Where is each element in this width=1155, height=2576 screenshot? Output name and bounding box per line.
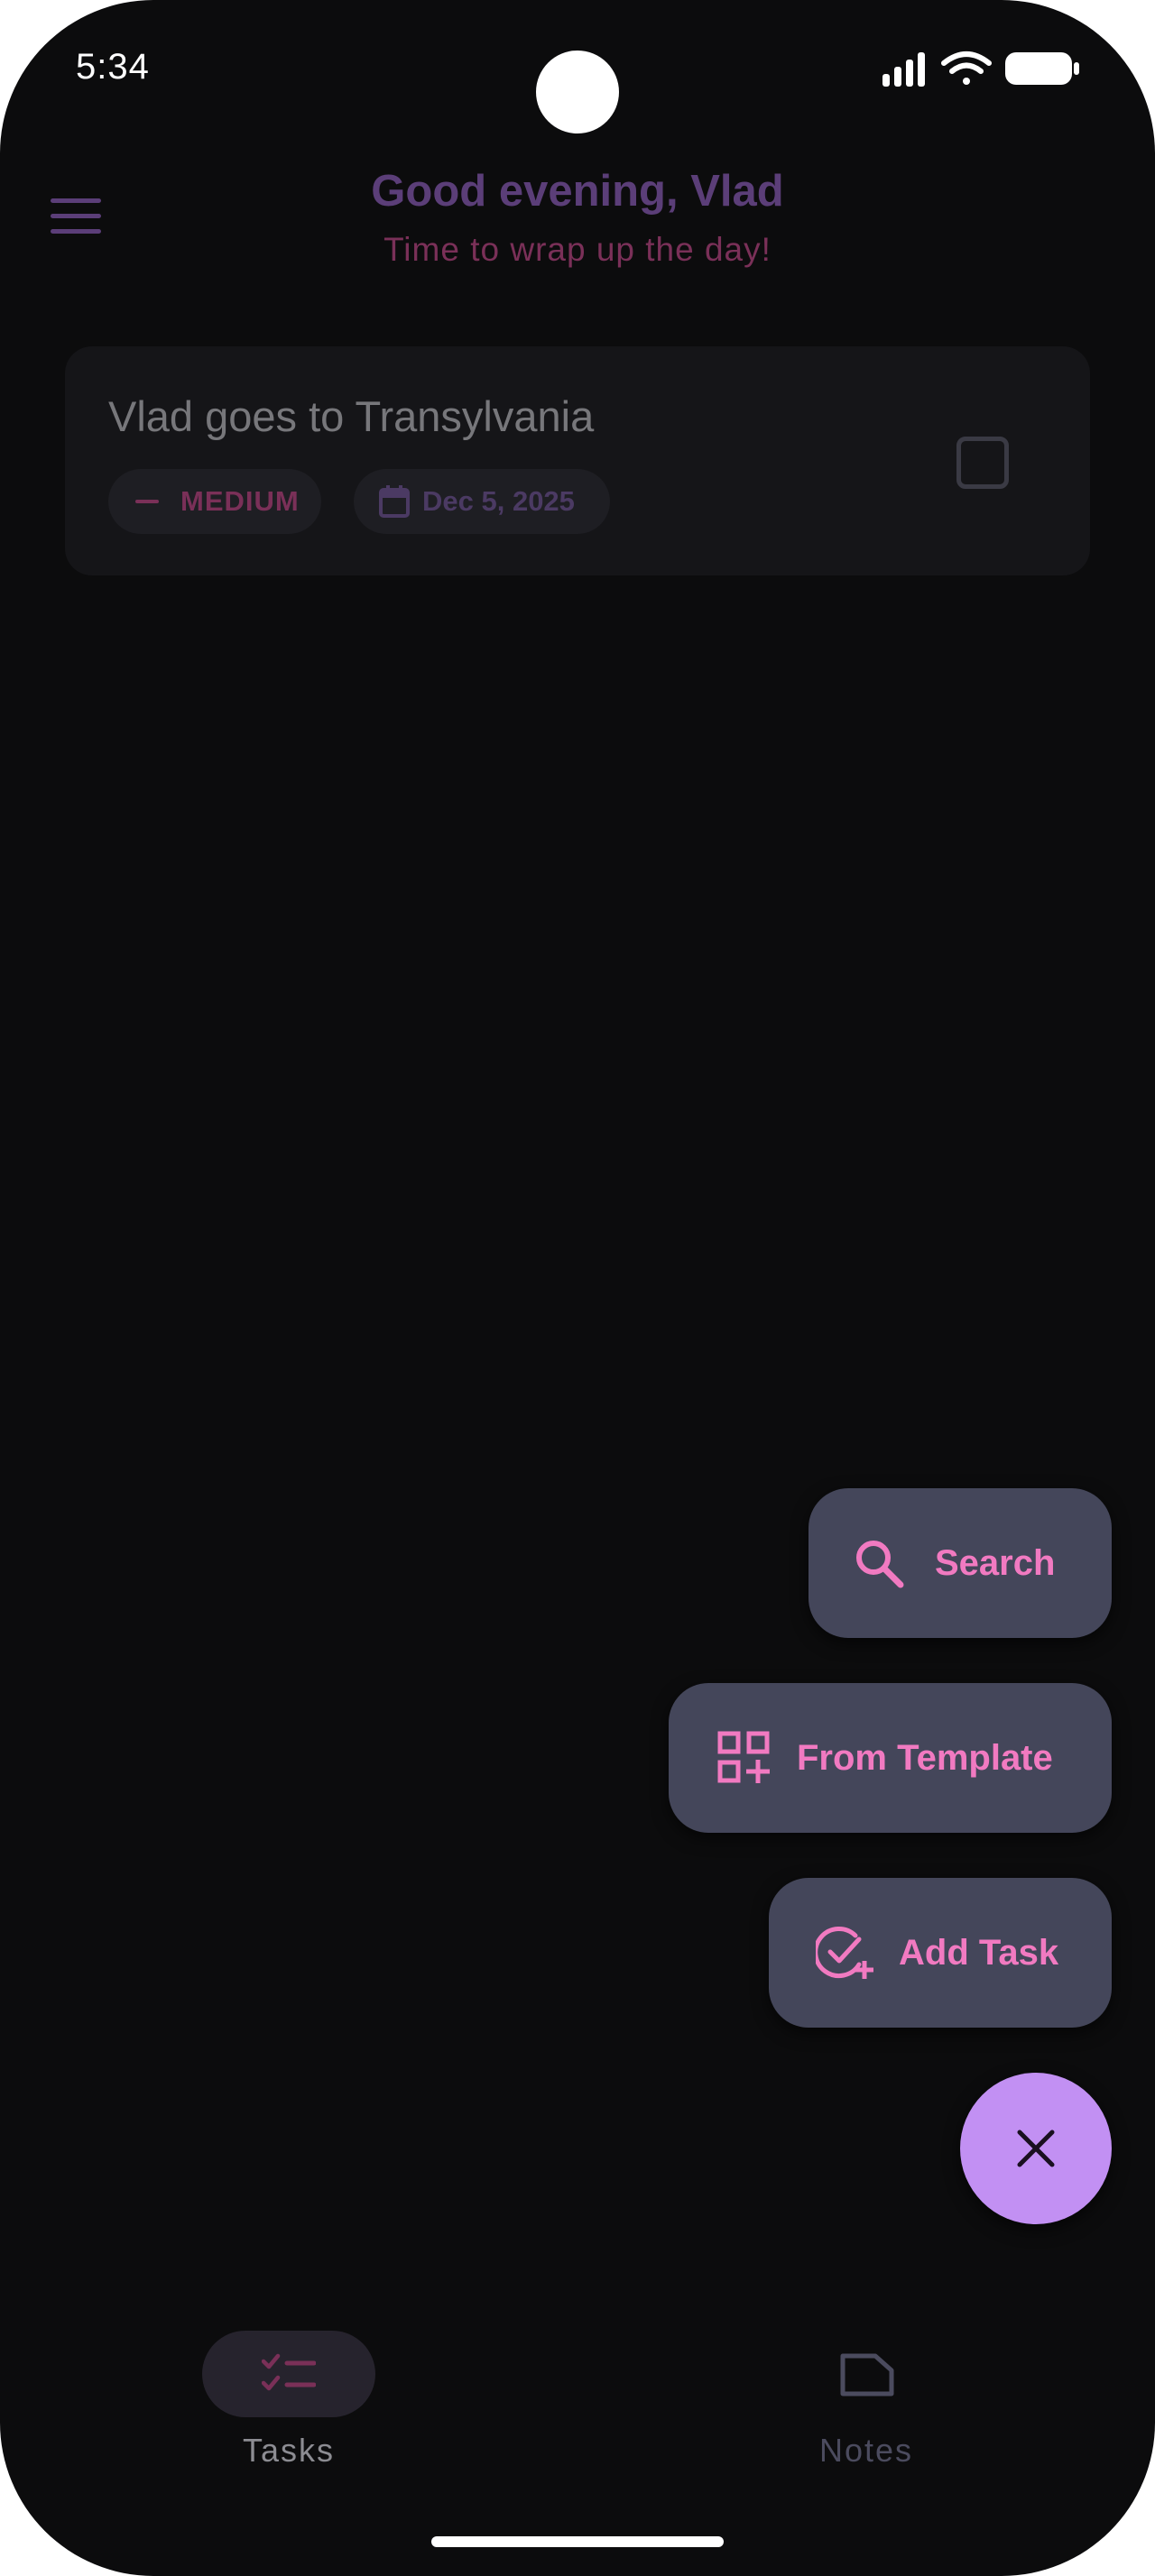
due-date-chip: Dec 5, 2025 <box>354 469 610 534</box>
greeting-title: Good evening, Vlad <box>371 167 784 216</box>
status-time: 5:34 <box>76 47 150 87</box>
search-icon <box>856 1541 904 1588</box>
note-icon <box>840 2353 894 2397</box>
nav-label-tasks: Tasks <box>242 2432 336 2469</box>
task-title: Vlad goes to Transylvania <box>108 392 595 440</box>
close-fab-button[interactable] <box>960 2073 1112 2224</box>
priority-chip: MEDIUM <box>108 469 321 534</box>
task-checkbox[interactable] <box>956 437 1009 489</box>
search-button[interactable]: Search <box>808 1488 1112 1638</box>
nav-label-notes: Notes <box>818 2432 914 2469</box>
from-template-label: From Template <box>797 1737 1053 1778</box>
checklist-icon <box>262 2353 316 2391</box>
status-icons <box>882 51 1079 87</box>
due-date-label: Dec 5, 2025 <box>422 485 575 517</box>
add-task-label: Add Task <box>899 1932 1059 1973</box>
nav-item-notes[interactable]: Notes <box>758 2331 975 2475</box>
calendar-icon <box>379 485 410 518</box>
phone-screen: 5:34 Good evening, Vlad Time to wrap up … <box>0 0 1155 2576</box>
add-task-icon <box>816 1927 873 1979</box>
wifi-icon <box>941 51 992 85</box>
search-button-label: Search <box>935 1542 1056 1583</box>
signal-icon <box>882 52 925 87</box>
battery-icon <box>1005 52 1079 85</box>
dash-icon <box>135 500 159 503</box>
greeting-subtitle: Time to wrap up the day! <box>383 231 772 268</box>
nav-item-tasks[interactable]: Tasks <box>180 2331 397 2475</box>
home-indicator[interactable] <box>431 2536 724 2547</box>
from-template-button[interactable]: From Template <box>669 1683 1112 1833</box>
add-task-button[interactable]: Add Task <box>769 1878 1112 2028</box>
priority-label: MEDIUM <box>180 485 300 517</box>
close-icon <box>1017 2130 1055 2167</box>
camera-cutout <box>536 51 619 133</box>
task-card[interactable]: Vlad goes to Transylvania MEDIUM Dec 5, … <box>65 346 1090 575</box>
template-icon <box>717 1731 770 1783</box>
